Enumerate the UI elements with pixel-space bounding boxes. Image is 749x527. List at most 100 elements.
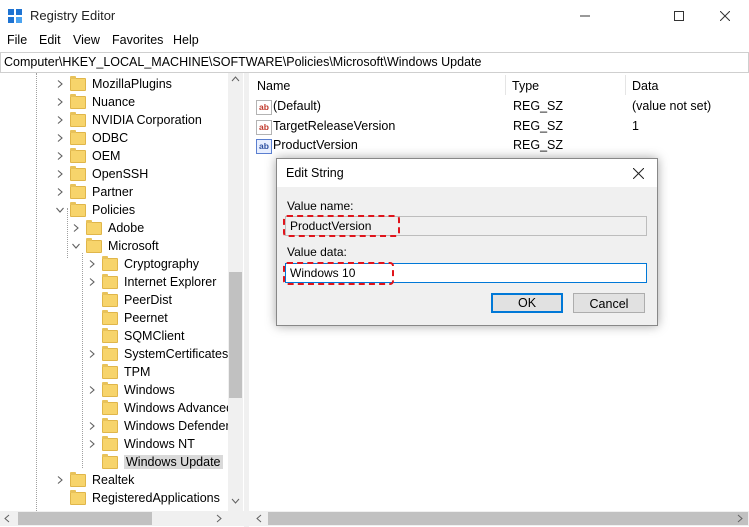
tree-item-label: SystemCertificates <box>124 347 229 361</box>
close-icon <box>720 10 730 21</box>
close-button[interactable] <box>702 0 748 31</box>
maximize-button[interactable] <box>656 0 702 31</box>
folder-icon <box>70 489 86 505</box>
minimize-button[interactable] <box>562 0 608 31</box>
chevron-right-icon[interactable] <box>87 435 97 453</box>
chevron-right-icon[interactable] <box>87 417 97 435</box>
folder-icon <box>70 183 86 199</box>
value-row-targetreleaseversion[interactable]: ab TargetReleaseVersion REG_SZ 1 <box>256 118 746 136</box>
tree-item-label: Windows <box>124 383 175 397</box>
tree-item-adobe[interactable]: Adobe <box>71 219 144 237</box>
tree-item-label: Windows Advanced <box>124 401 234 415</box>
scroll-right-icon[interactable] <box>737 514 743 523</box>
tree-scroll-thumb[interactable] <box>229 272 242 398</box>
chevron-right-icon[interactable] <box>55 75 65 93</box>
tree-item-peernet[interactable]: Peernet <box>87 309 168 327</box>
value-row-default[interactable]: ab (Default) REG_SZ (value not set) <box>256 98 746 116</box>
key-tree: MozillaPlugins Nuance NVIDIA Corporation OD… <box>0 73 244 513</box>
chevron-right-icon[interactable] <box>55 165 65 183</box>
tree-item-tpm[interactable]: TPM <box>87 363 150 381</box>
chevron-right-icon[interactable] <box>55 129 65 147</box>
scroll-up-icon[interactable] <box>231 76 240 82</box>
chevron-down-icon[interactable] <box>71 237 81 255</box>
chevron-down-icon[interactable] <box>55 201 65 219</box>
folder-icon <box>102 417 118 433</box>
value-name: TargetReleaseVersion <box>273 119 396 133</box>
tree-item-cryptography[interactable]: Cryptography <box>87 255 199 273</box>
tree-item-peerdist[interactable]: PeerDist <box>87 291 172 309</box>
menu-help[interactable]: Help <box>173 33 199 47</box>
string-value-icon: ab <box>256 100 272 115</box>
scroll-down-icon[interactable] <box>231 498 240 504</box>
scroll-left-icon[interactable] <box>4 514 10 523</box>
tree-item-windows-update[interactable]: Windows Update <box>87 453 223 471</box>
ok-button[interactable]: OK <box>491 293 563 313</box>
value-data-label: Value data: <box>287 245 347 259</box>
menu-file[interactable]: File <box>7 33 27 47</box>
tree-item-windows[interactable]: Windows <box>87 381 175 399</box>
menu-favorites[interactable]: Favorites <box>112 33 163 47</box>
chevron-right-icon[interactable] <box>87 345 97 363</box>
tree-item-windows-advanced[interactable]: Windows Advanced <box>87 399 233 417</box>
tree-item-label: Partner <box>92 185 133 199</box>
scroll-left-icon[interactable] <box>256 514 262 523</box>
menu-view[interactable]: View <box>73 33 100 47</box>
dialog-close-button[interactable] <box>626 162 650 184</box>
tree-item-label: Microsoft <box>108 239 159 253</box>
chevron-right-icon[interactable] <box>87 381 97 399</box>
highlight-value-data <box>283 262 394 285</box>
tree-item-label: NVIDIA Corporation <box>92 113 202 127</box>
tree-item-internet-explorer[interactable]: Internet Explorer <box>87 273 216 291</box>
cancel-button[interactable]: Cancel <box>573 293 645 313</box>
column-divider[interactable] <box>505 75 506 95</box>
column-data[interactable]: Data <box>632 79 658 93</box>
tree-item-label: RegisteredApplications <box>92 491 220 505</box>
tree-item-label: Policies <box>92 203 136 217</box>
tree-item-microsoft[interactable]: Microsoft <box>71 237 159 255</box>
tree-item-policies[interactable]: Policies <box>55 201 135 219</box>
tree-item-nuance[interactable]: Nuance <box>55 93 135 111</box>
value-row-productversion[interactable]: ab ProductVersion REG_SZ <box>256 137 746 155</box>
chevron-right-icon[interactable] <box>55 93 65 111</box>
tree-item-realtek[interactable]: Realtek <box>55 471 134 489</box>
value-name-label: Value name: <box>287 199 354 213</box>
tree-item-openssh[interactable]: OpenSSH <box>55 165 148 183</box>
column-type[interactable]: Type <box>512 79 539 93</box>
tree-item-registeredapplications[interactable]: RegisteredApplications <box>55 489 220 507</box>
column-divider[interactable] <box>625 75 626 95</box>
value-type: REG_SZ <box>513 99 564 113</box>
chevron-right-icon[interactable] <box>55 147 65 165</box>
chevron-right-icon[interactable] <box>71 219 81 237</box>
column-name[interactable]: Name <box>257 79 290 93</box>
value-data: 1 <box>632 119 639 133</box>
menu-edit[interactable]: Edit <box>39 33 61 47</box>
tree-item-odbc[interactable]: ODBC <box>55 129 128 147</box>
window-title: Registry Editor <box>30 8 116 23</box>
tree-item-label: Realtek <box>92 473 135 487</box>
tree-item-sqmclient[interactable]: SQMClient <box>87 327 184 345</box>
tree-item-oem[interactable]: OEM <box>55 147 120 165</box>
tree-item-mozillaplugins[interactable]: MozillaPlugins <box>55 75 172 93</box>
chevron-right-icon[interactable] <box>87 255 97 273</box>
list-hscroll-thumb[interactable] <box>268 512 748 525</box>
folder-icon <box>70 93 86 109</box>
chevron-right-icon[interactable] <box>55 183 65 201</box>
folder-icon <box>102 273 118 289</box>
folder-icon <box>70 201 86 217</box>
value-type: REG_SZ <box>513 119 564 133</box>
tree-hscroll-thumb[interactable] <box>18 512 152 525</box>
tree-item-windows-defender[interactable]: Windows Defender <box>87 417 230 435</box>
tree-item-systemcertificates[interactable]: SystemCertificates <box>87 345 228 363</box>
chevron-right-icon[interactable] <box>55 111 65 129</box>
chevron-right-icon[interactable] <box>87 273 97 291</box>
string-value-icon: ab <box>256 139 272 154</box>
tree-item-partner[interactable]: Partner <box>55 183 133 201</box>
chevron-right-icon[interactable] <box>55 471 65 489</box>
tree-item-nvidia-corporation[interactable]: NVIDIA Corporation <box>55 111 202 129</box>
scroll-right-icon[interactable] <box>216 514 222 523</box>
tree-item-windows-nt[interactable]: Windows NT <box>87 435 195 453</box>
tree-item-label: Cryptography <box>124 257 200 271</box>
